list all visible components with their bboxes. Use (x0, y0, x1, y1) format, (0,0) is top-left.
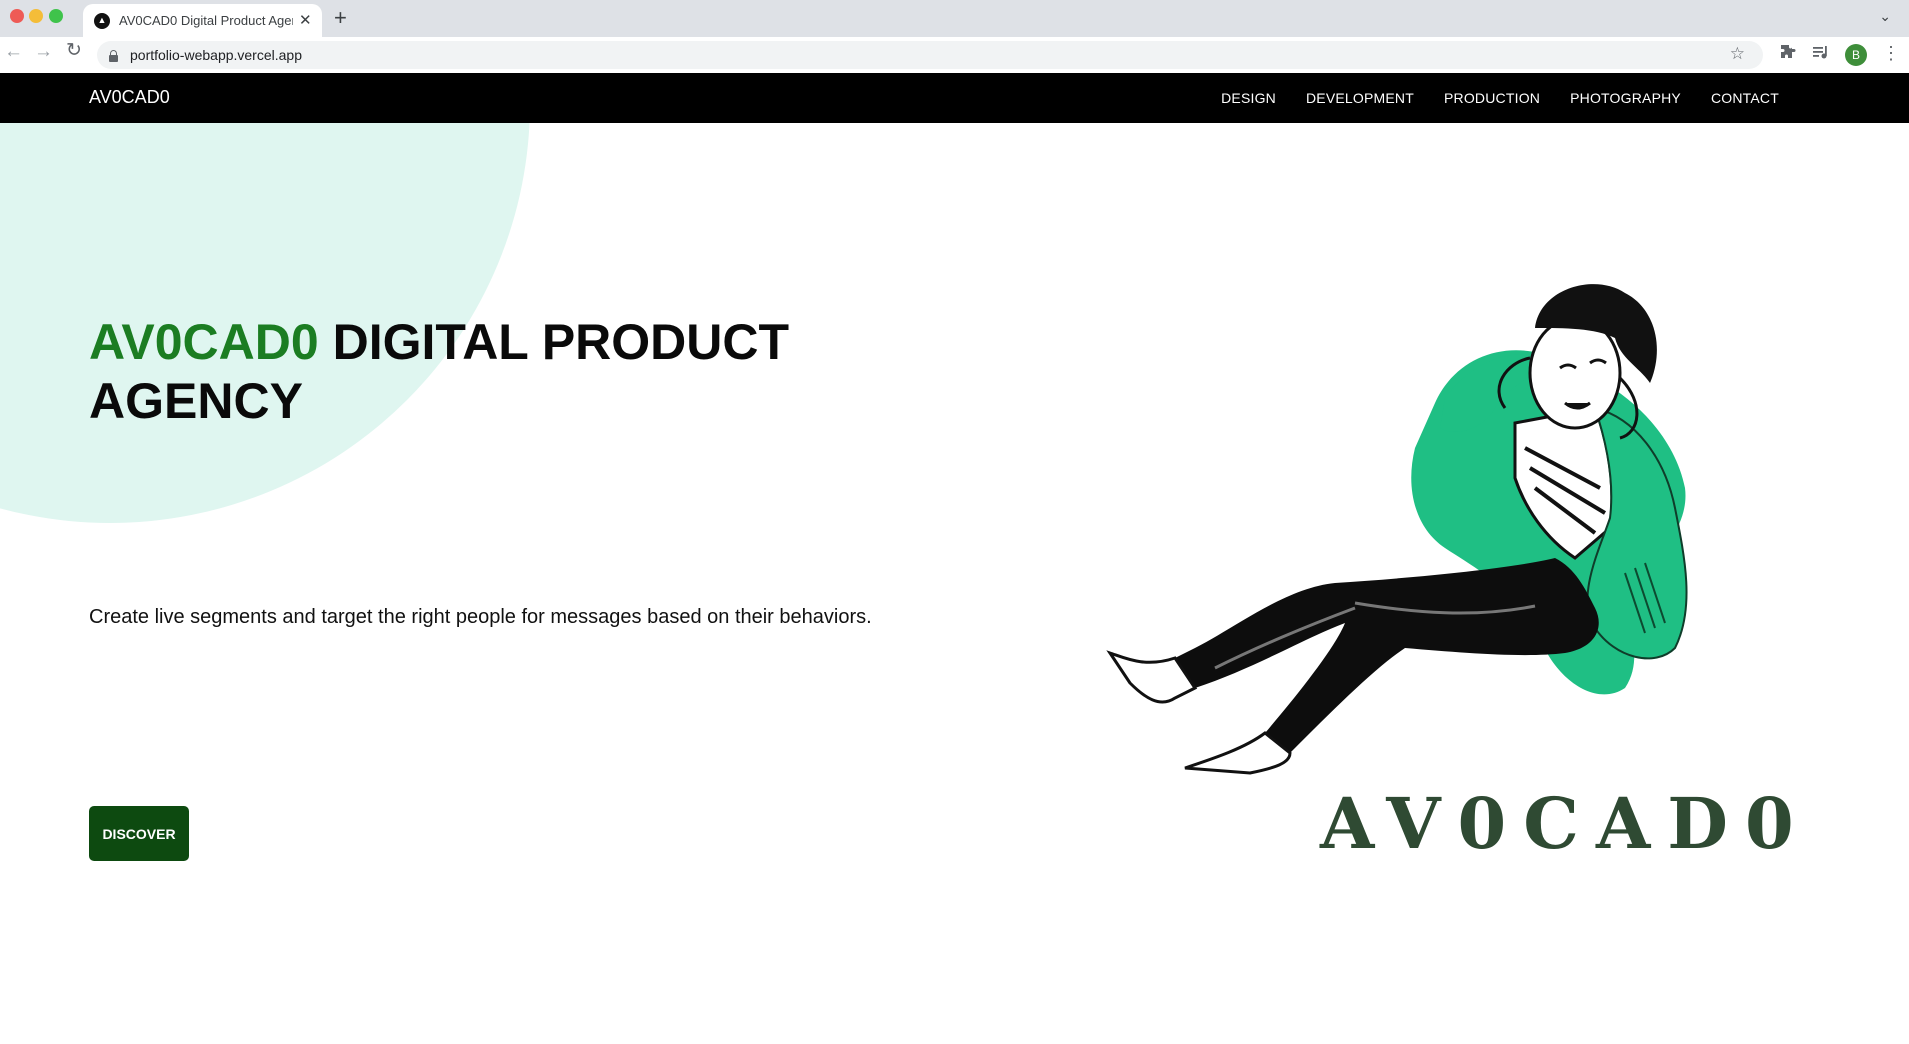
browser-tab-bar: ▲ AV0CAD0 Digital Product Agency ✕ + ⌄ (0, 0, 1909, 37)
new-tab-button[interactable]: + (334, 7, 347, 29)
reload-icon[interactable]: ↻ (66, 41, 82, 60)
lock-icon[interactable] (109, 49, 118, 62)
hero-subtitle: Create live segments and target the righ… (89, 606, 872, 628)
tab-search-icon[interactable]: ⌄ (1879, 8, 1891, 25)
back-shoe-shape (1184, 731, 1292, 775)
avocado-logo-text: AV0CAD0 (1320, 782, 1811, 865)
nav-link-contact[interactable]: CONTACT (1711, 90, 1779, 106)
address-bar[interactable]: portfolio-webapp.vercel.app ☆ (97, 41, 1763, 69)
profile-avatar[interactable]: B (1845, 44, 1867, 66)
tab-title: AV0CAD0 Digital Product Agency (119, 13, 293, 28)
browser-tab[interactable]: ▲ AV0CAD0 Digital Product Agency ✕ (83, 4, 322, 37)
browser-menu-icon[interactable]: ⋮ (1882, 43, 1900, 64)
nav-link-development[interactable]: DEVELOPMENT (1306, 90, 1414, 106)
url-text[interactable]: portfolio-webapp.vercel.app (130, 47, 302, 63)
tab-close-icon[interactable]: ✕ (299, 13, 312, 28)
man-relaxing-illustration (1106, 284, 1688, 775)
back-arrow-icon[interactable]: ← (4, 42, 23, 61)
hero-section: AV0CAD0 DIGITAL PRODUCT AGENCY Create li… (0, 123, 1909, 1044)
close-window-button[interactable] (10, 9, 24, 23)
browser-toolbar: ← → ↻ portfolio-webapp.vercel.app ☆ B ⋮ (0, 37, 1909, 74)
site-favicon-icon: ▲ (94, 12, 110, 29)
maximize-window-button[interactable] (49, 9, 63, 23)
nav-link-design[interactable]: DESIGN (1221, 90, 1276, 106)
extensions-puzzle-icon[interactable] (1780, 44, 1796, 65)
media-control-icon[interactable] (1812, 44, 1830, 65)
site-navbar: AV0CAD0 DESIGN DEVELOPMENT PRODUCTION PH… (0, 73, 1909, 123)
forward-arrow-icon[interactable]: → (34, 42, 53, 61)
bookmark-star-icon[interactable]: ☆ (1730, 44, 1745, 64)
nav-link-production[interactable]: PRODUCTION (1444, 90, 1540, 106)
headline-accent: AV0CAD0 (89, 314, 319, 370)
nav-link-photography[interactable]: PHOTOGRAPHY (1570, 90, 1681, 106)
brand-logo[interactable]: AV0CAD0 (89, 87, 170, 108)
minimize-window-button[interactable] (29, 9, 43, 23)
discover-button[interactable]: DISCOVER (89, 806, 189, 861)
hero-headline: AV0CAD0 DIGITAL PRODUCT AGENCY (89, 313, 849, 431)
nav-links: DESIGN DEVELOPMENT PRODUCTION PHOTOGRAPH… (1191, 73, 1779, 123)
